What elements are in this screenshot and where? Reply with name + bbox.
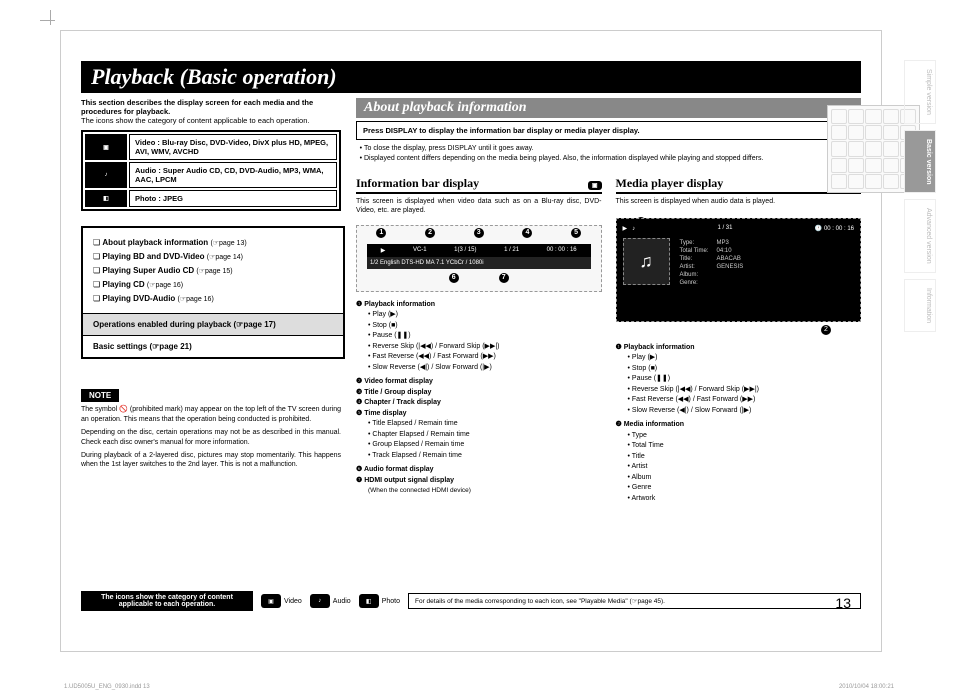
display-instruction: Press DISPLAY to display the information… (356, 121, 861, 140)
video-icon: ▣ (261, 594, 281, 608)
about-bullets: To close the display, press DISPLAY unti… (356, 144, 861, 164)
about-playback-heading: About playback information (356, 98, 861, 118)
page-number: 13 (835, 595, 851, 611)
tab-basic[interactable]: Basic version (904, 130, 936, 194)
media-player-heading: Media player display ♪ ◧ (616, 176, 862, 194)
tab-information[interactable]: Information (904, 279, 936, 332)
music-note-icon: ♪ (632, 226, 635, 232)
intro-text: This section describes the display scree… (81, 98, 346, 125)
tab-advanced[interactable]: Advanced version (904, 199, 936, 273)
info-bar-diagram: 12345 ▶ VC-1 1(3 / 15) 1 / 21 00 : 00 : … (356, 225, 602, 292)
media-category-table: ▣Video : Blu-ray Disc, DVD-Video, DivX p… (81, 130, 341, 211)
video-badge-icon: ▣ (588, 181, 602, 190)
info-bar-heading: Information bar display ▣ (356, 176, 602, 194)
imprint-timestamp: 2010/10/04 18:00:21 (839, 684, 894, 690)
video-icon: ▣ (85, 134, 127, 160)
media-player-definitions: ❶ Playback information• Play (▶)• Stop (… (616, 343, 862, 505)
media-player-diagram: ▶ ♪ 1 / 31 🕐 00 : 00 : 16 ♫ Type:MP3Tota… (616, 218, 862, 322)
artwork-icon: ♫ (623, 238, 670, 285)
page-title: Playback (Basic operation) (81, 61, 861, 93)
media-player-caption: This screen is displayed when audio data… (616, 197, 862, 206)
tab-simple[interactable]: Simple version (904, 60, 936, 124)
note-list: The symbol 🚫 (prohibited mark) may appea… (81, 405, 341, 470)
info-bar-caption: This screen is displayed when video data… (356, 197, 602, 215)
side-navigation: Simple version Basic version Advanced ve… (904, 60, 936, 332)
note-heading: NOTE (81, 389, 119, 402)
imprint-filename: 1.UD5005U_ENG_0930.indd 13 (64, 684, 150, 690)
photo-icon: ◧ (359, 594, 379, 608)
language-label: ENGLISH (805, 67, 841, 76)
info-bar-definitions: ❶ Playback information• Play (▶)• Stop (… (356, 300, 602, 496)
photo-icon: ◧ (85, 190, 127, 207)
page-footer: The icons show the category of content a… (81, 591, 861, 611)
audio-icon: ♪ (85, 162, 127, 188)
table-of-contents: About playback information (☞page 13) Pl… (81, 226, 345, 359)
audio-icon: ♪ (310, 594, 330, 608)
